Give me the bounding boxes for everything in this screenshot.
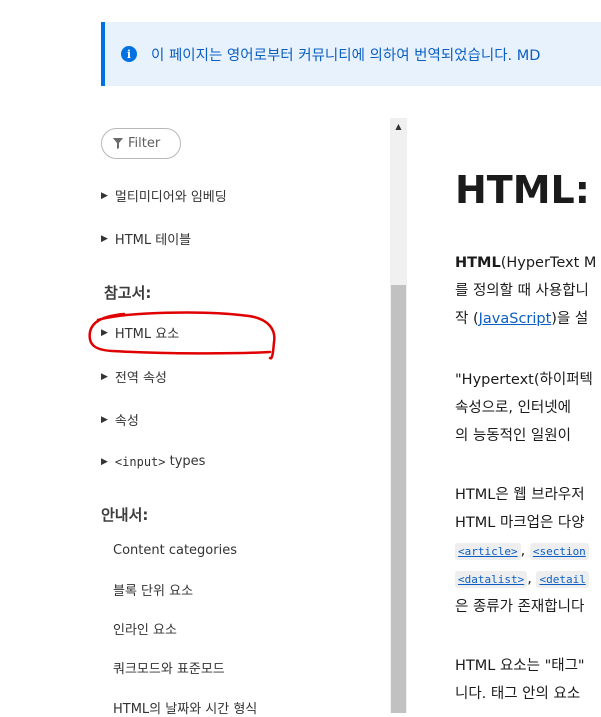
paragraph-line: 작 (JavaScript)을 설 [455, 305, 588, 333]
article-code-link[interactable]: <article> [455, 543, 521, 560]
sidebar-item-label: 속성 [114, 414, 139, 429]
main-content: HTML: H HTML(HyperText M 를 정의할 때 사용합니 작 … [455, 0, 601, 713]
text-span: )을 설 [551, 311, 589, 327]
javascript-link[interactable]: JavaScript [479, 311, 552, 327]
expand-triangle-icon: ▶ [101, 371, 108, 382]
reference-heading: 참고서: [104, 284, 152, 302]
sidebar-item-label: 전역 속성 [114, 371, 167, 386]
sidebar-item-input-types[interactable]: ▶ <input> types [101, 454, 205, 469]
sidebar-link-block-elements[interactable]: 블록 단위 요소 [113, 580, 193, 599]
sidebar-item-html-elements[interactable]: ▶ HTML 요소 [101, 323, 179, 342]
sidebar-item-global-attributes[interactable]: ▶ 전역 속성 [101, 367, 167, 386]
sidebar-item-tables[interactable]: ▶ HTML 테이블 [101, 229, 191, 248]
page-title: HTML: H [455, 168, 601, 212]
paragraph-line: HTML 요소는 "태그" [455, 658, 585, 674]
expand-triangle-icon: ▶ [101, 414, 108, 425]
paragraph-line: 니다. 태그 안의 요소 [455, 686, 581, 702]
sidebar: Filter ▶ 멀티미디어와 임베딩 ▶ HTML 테이블 참고서: ▶ HT… [0, 0, 390, 717]
filter-icon [113, 138, 123, 149]
paragraph-line: 를 정의할 때 사용합니 [455, 283, 589, 299]
sidebar-item-multimedia[interactable]: ▶ 멀티미디어와 임베딩 [101, 186, 227, 205]
sidebar-link-inline-elements[interactable]: 인라인 요소 [113, 619, 177, 638]
text-span: 작 ( [455, 311, 479, 327]
scroll-up-arrow-icon[interactable]: ▲ [390, 118, 407, 135]
sidebar-item-label: HTML 테이블 [114, 233, 192, 248]
expand-triangle-icon: ▶ [101, 190, 108, 201]
paragraph-line: 의 능동적인 일원이 [455, 428, 571, 444]
input-tag-code: <input> [114, 454, 166, 469]
text-span: (HyperText M [500, 255, 597, 271]
sidebar-link-content-categories[interactable]: Content categories [113, 543, 237, 558]
section-code-link[interactable]: <section [529, 543, 589, 560]
scrollbar-thumb[interactable] [391, 285, 406, 713]
paragraph-line: "Hypertext(하이퍼텍 [455, 372, 593, 388]
paragraph-line: 은 종류가 존재합니다 [455, 599, 585, 615]
datalist-code-link[interactable]: <datalist> [455, 571, 528, 588]
paragraph-line: HTML은 웹 브라우저 [455, 487, 585, 503]
sidebar-item-label: 멀티미디어와 임베딩 [114, 190, 227, 205]
paragraph-line: <article>, <section [455, 537, 589, 566]
sidebar-link-date-time-formats[interactable]: HTML의 날짜와 시간 형식 [113, 698, 257, 717]
details-code-link[interactable]: <detail [536, 571, 589, 588]
paragraph-line: HTML 마크업은 다양 [455, 515, 585, 531]
filter-button[interactable]: Filter [101, 128, 181, 159]
guide-heading: 안내서: [101, 506, 149, 524]
expand-triangle-icon: ▶ [101, 456, 108, 467]
sidebar-link-quirks-mode[interactable]: 쿼크모드와 표준모드 [113, 658, 225, 677]
paragraph-line: <datalist>, <detail [455, 565, 589, 594]
paragraph-line: 속성으로, 인터넷에 [455, 400, 571, 416]
sidebar-item-label: types [165, 454, 206, 469]
paragraph-line: HTML(HyperText M [455, 249, 596, 277]
filter-label: Filter [128, 136, 161, 151]
sidebar-item-label: HTML 요소 [114, 327, 180, 342]
html-bold-term: HTML [455, 255, 501, 271]
expand-triangle-icon: ▶ [101, 233, 108, 244]
expand-triangle-icon: ▶ [101, 327, 108, 338]
sidebar-item-attributes[interactable]: ▶ 속성 [101, 410, 139, 429]
sidebar-scrollbar[interactable]: ▲ [390, 118, 407, 713]
